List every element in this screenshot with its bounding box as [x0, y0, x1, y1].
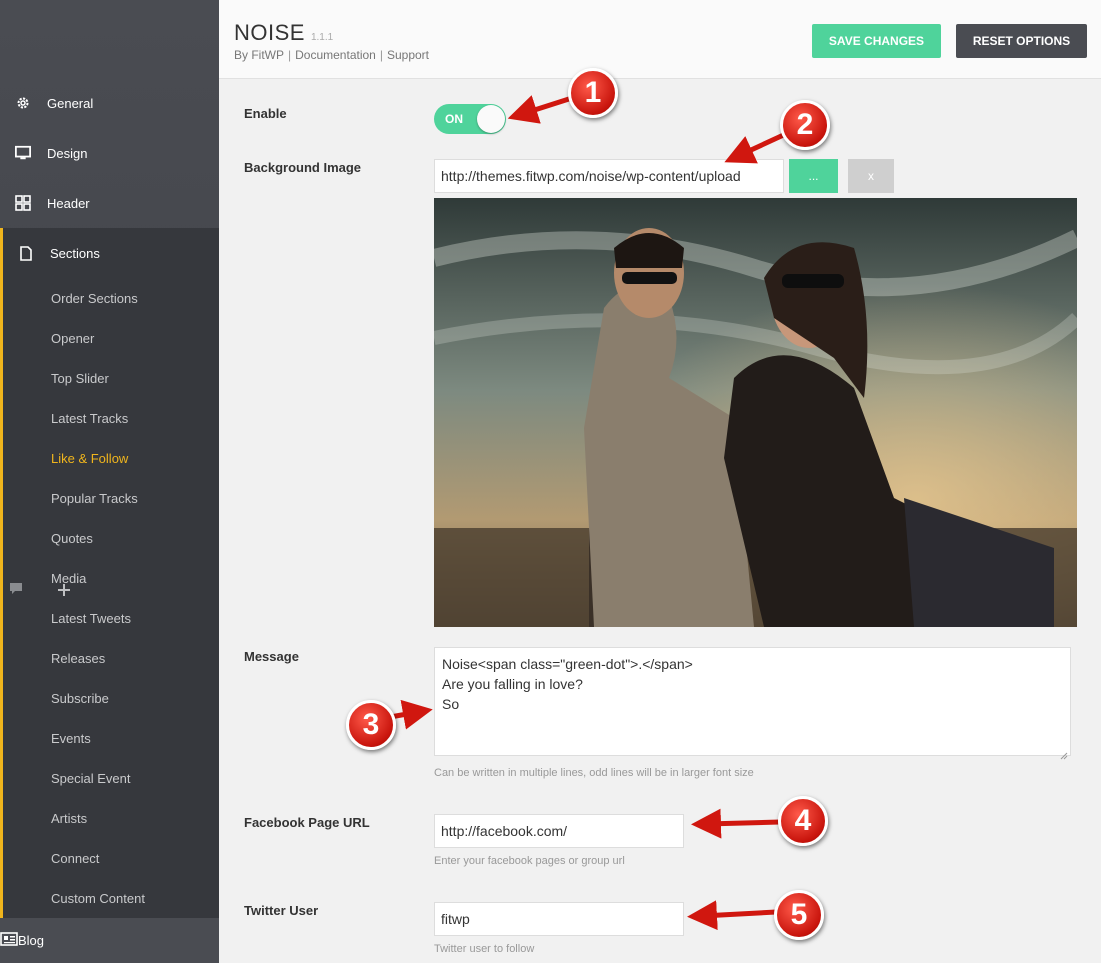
arrow-4 [691, 808, 781, 839]
arrow-5 [687, 900, 777, 931]
arrow-1 [507, 95, 573, 124]
annotation-arrows [351, 95, 792, 931]
